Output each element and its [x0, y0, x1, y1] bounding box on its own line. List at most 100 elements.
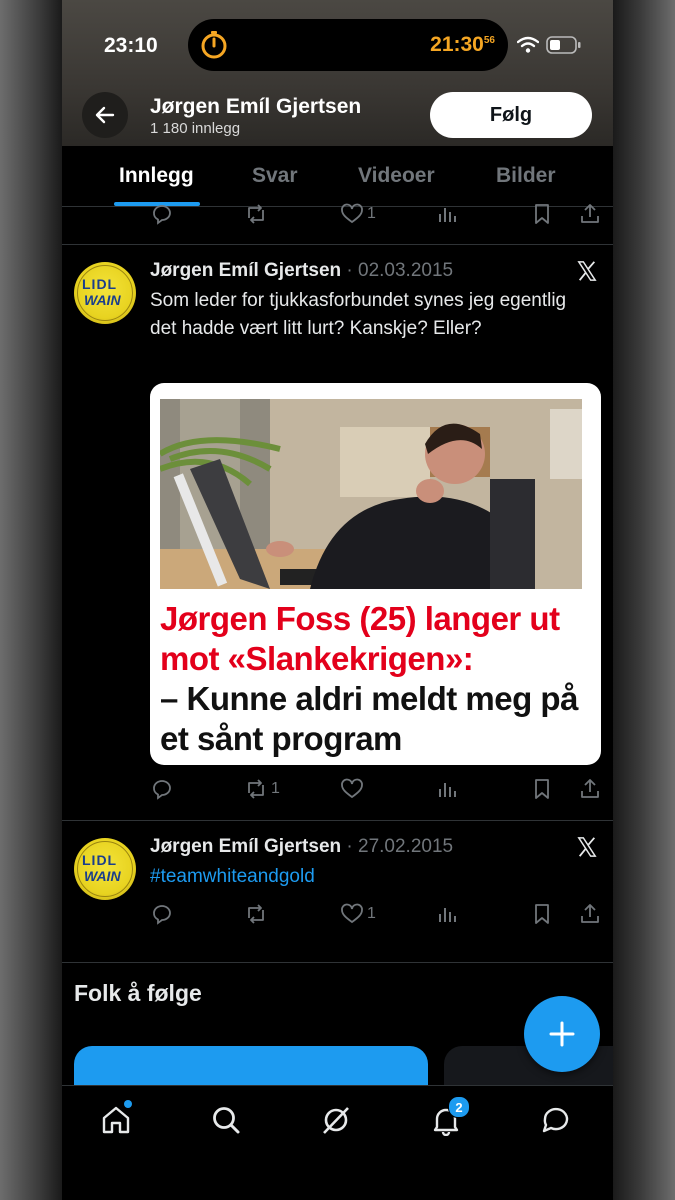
nav-notifications[interactable]: 2	[430, 1096, 470, 1138]
share-button[interactable]	[578, 902, 602, 926]
avatar-logo-subtext: WAIN	[84, 868, 121, 884]
grok-icon	[323, 1107, 349, 1134]
divider	[62, 820, 613, 821]
bookmark-button[interactable]	[530, 202, 554, 226]
tab-replies[interactable]: Svar	[252, 164, 298, 188]
like-count: 1	[367, 205, 376, 222]
tweet-actions: 1	[150, 777, 602, 803]
tweet-header: Jørgen Emíl Gjertsen · 02.03.2015	[150, 260, 453, 282]
plus-icon	[549, 1021, 575, 1047]
like-button[interactable]: 1	[340, 202, 376, 226]
share-icon	[581, 904, 599, 923]
nav-search[interactable]	[210, 1104, 244, 1138]
retweet-icon	[248, 779, 264, 799]
avatar-logo-subtext: WAIN	[84, 292, 121, 308]
battery-icon	[546, 36, 581, 54]
retweet-button[interactable]	[244, 202, 268, 226]
profile-tabs: Innlegg Svar Videoer Bilder	[62, 146, 613, 207]
divider	[62, 962, 613, 963]
retweet-count: 1	[271, 780, 280, 797]
article-headline: Jørgen Foss (25) langer ut mot «Slankekr…	[160, 599, 590, 759]
tab-posts[interactable]: Innlegg	[119, 164, 194, 188]
heart-icon	[341, 778, 363, 799]
tweet-actions: 1	[150, 202, 602, 228]
article-photo-illustration	[160, 399, 582, 589]
tweet-text: Som leder for tjukkasforbundet synes jeg…	[150, 290, 567, 339]
views-icon	[439, 908, 456, 922]
headline-black-text: – Kunne aldri meldt meg på et sånt progr…	[160, 680, 578, 757]
dynamic-island[interactable]: 21:3056	[188, 19, 508, 71]
nav-messages[interactable]	[540, 1104, 574, 1138]
reply-icon	[153, 905, 171, 925]
views-icon	[439, 208, 456, 222]
x-logo-icon	[577, 837, 597, 857]
status-time: 23:10	[104, 34, 158, 57]
bottom-nav: 2	[62, 1085, 613, 1200]
reply-button[interactable]	[150, 777, 174, 801]
divider	[62, 244, 613, 245]
reply-button[interactable]	[150, 902, 174, 926]
tweet-date: · 02.03.2015	[346, 260, 454, 281]
tab-images[interactable]: Bilder	[496, 164, 556, 188]
share-button[interactable]	[578, 202, 602, 226]
views-button[interactable]	[436, 202, 460, 226]
link-card[interactable]: Jørgen Foss (25) langer ut mot «Slankekr…	[150, 383, 601, 765]
search-icon	[213, 1107, 240, 1134]
notification-badge: 2	[448, 1096, 470, 1118]
share-button[interactable]	[578, 777, 602, 801]
tweet-date: · 27.02.2015	[346, 836, 454, 857]
x-logo-icon	[577, 261, 597, 281]
compose-button[interactable]	[524, 996, 600, 1072]
share-icon	[581, 204, 599, 223]
nav-home[interactable]	[100, 1100, 134, 1138]
arrow-left-icon	[95, 106, 115, 124]
bookmark-button[interactable]	[530, 777, 554, 801]
bookmark-button[interactable]	[530, 902, 554, 926]
like-button[interactable]	[340, 777, 364, 801]
timer-readout: 21:3056	[430, 33, 495, 56]
home-icon	[102, 1106, 130, 1134]
phone-screen: 23:10 21:3056 Jørgen Emíl Gjertsen 1 180…	[62, 0, 613, 1200]
bookmark-icon	[535, 904, 549, 924]
message-icon	[542, 1107, 569, 1133]
bookmark-icon	[535, 779, 549, 799]
article-photo	[160, 399, 582, 589]
heart-icon	[341, 903, 363, 924]
stopwatch-icon	[201, 31, 227, 59]
avatar[interactable]: LIDL WAIN	[74, 262, 136, 324]
retweet-icon	[248, 904, 264, 924]
retweet-button[interactable]: 1	[244, 777, 280, 801]
like-count: 1	[367, 905, 376, 922]
author-name[interactable]: Jørgen Emíl Gjertsen	[150, 836, 341, 857]
heart-icon	[341, 203, 363, 224]
tab-videos[interactable]: Videoer	[358, 164, 435, 188]
reply-button[interactable]	[150, 202, 174, 226]
avatar-logo-text: LIDL	[82, 852, 118, 868]
post-count: 1 180 innlegg	[150, 120, 241, 137]
who-to-follow-title: Folk å følge	[74, 980, 202, 1006]
share-icon	[581, 779, 599, 798]
nav-grok[interactable]	[320, 1104, 354, 1138]
back-button[interactable]	[82, 92, 128, 138]
avatar[interactable]: LIDL WAIN	[74, 838, 136, 900]
avatar-logo-text: LIDL	[82, 276, 118, 292]
views-button[interactable]	[436, 777, 460, 801]
profile-header: 23:10 21:3056 Jørgen Emíl Gjertsen 1 180…	[62, 0, 613, 146]
bookmark-icon	[535, 204, 549, 224]
new-content-dot	[124, 1100, 132, 1108]
views-icon	[439, 783, 456, 797]
retweet-icon	[248, 204, 264, 224]
reply-icon	[153, 205, 171, 225]
follow-button[interactable]: Følg	[430, 92, 592, 138]
reply-icon	[153, 780, 171, 800]
hashtag-link[interactable]: #teamwhiteandgold	[150, 863, 570, 891]
tweet-actions: 1	[150, 902, 602, 928]
views-button[interactable]	[436, 902, 460, 926]
author-name[interactable]: Jørgen Emíl Gjertsen	[150, 260, 341, 281]
retweet-button[interactable]	[244, 902, 268, 926]
wifi-icon	[517, 36, 539, 53]
profile-name: Jørgen Emíl Gjertsen	[150, 95, 362, 118]
like-button[interactable]: 1	[340, 902, 376, 926]
tweet-header: Jørgen Emíl Gjertsen · 27.02.2015	[150, 836, 453, 858]
headline-red-text: Jørgen Foss (25) langer ut mot «Slankekr…	[160, 600, 560, 677]
